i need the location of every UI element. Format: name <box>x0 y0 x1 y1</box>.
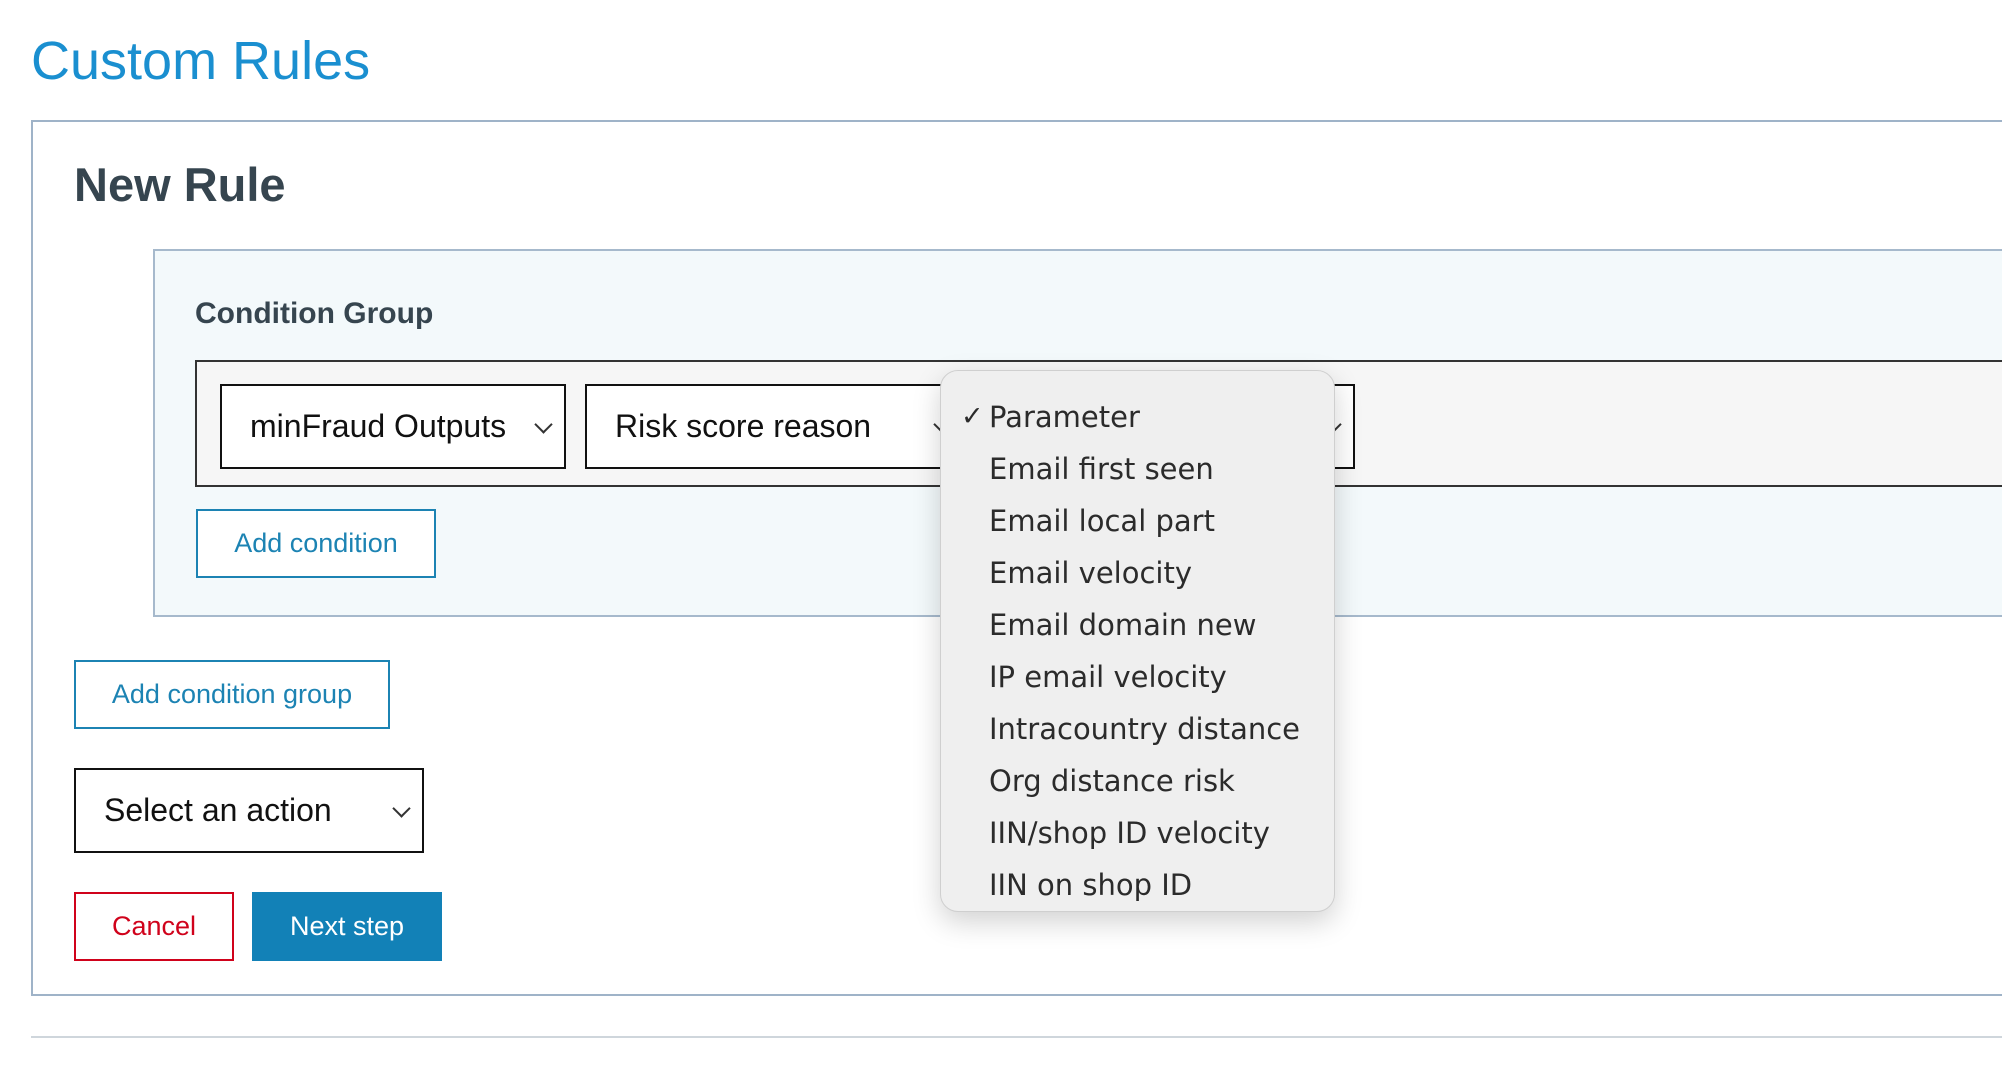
condition-group-title: Condition Group <box>195 297 434 330</box>
cancel-button[interactable]: Cancel <box>74 892 234 961</box>
dropdown-option[interactable]: Email velocity <box>941 547 1334 599</box>
dropdown-option[interactable]: Email first seen <box>941 443 1334 495</box>
dropdown-option[interactable]: Org distance risk <box>941 755 1334 807</box>
rule-heading: New Rule <box>74 158 286 211</box>
add-condition-button[interactable]: Add condition <box>196 509 436 578</box>
parameter-dropdown-menu: ✓ Parameter Email first seen Email local… <box>940 370 1335 912</box>
checkmark-icon: ✓ <box>961 401 984 432</box>
dropdown-option[interactable]: Email local part <box>941 495 1334 547</box>
page-title: Custom Rules <box>31 31 371 91</box>
chevron-down-icon <box>392 799 411 818</box>
parameter-options-list: ✓ Parameter Email first seen Email local… <box>941 391 1334 911</box>
condition-field-select[interactable]: Risk score reason <box>585 384 965 469</box>
add-condition-group-button[interactable]: Add condition group <box>74 660 390 729</box>
action-select-value: Select an action <box>104 792 332 828</box>
next-step-button[interactable]: Next step <box>252 892 442 961</box>
action-select[interactable]: Select an action <box>74 768 424 853</box>
dropdown-option[interactable]: IP email velocity <box>941 651 1334 703</box>
dropdown-option[interactable]: Email domain new <box>941 599 1334 651</box>
dropdown-option[interactable]: Intracountry distance <box>941 703 1334 755</box>
dropdown-option-selected[interactable]: ✓ Parameter <box>941 391 1334 443</box>
dropdown-option[interactable]: IIN/shop ID velocity <box>941 807 1334 859</box>
condition-category-value: minFraud Outputs <box>250 408 507 444</box>
dropdown-option[interactable]: IIN on shop ID <box>941 859 1334 911</box>
chevron-down-icon <box>534 415 553 434</box>
divider <box>31 1036 2002 1038</box>
condition-category-select[interactable]: minFraud Outputs <box>220 384 566 469</box>
condition-field-value: Risk score reason <box>615 408 872 444</box>
